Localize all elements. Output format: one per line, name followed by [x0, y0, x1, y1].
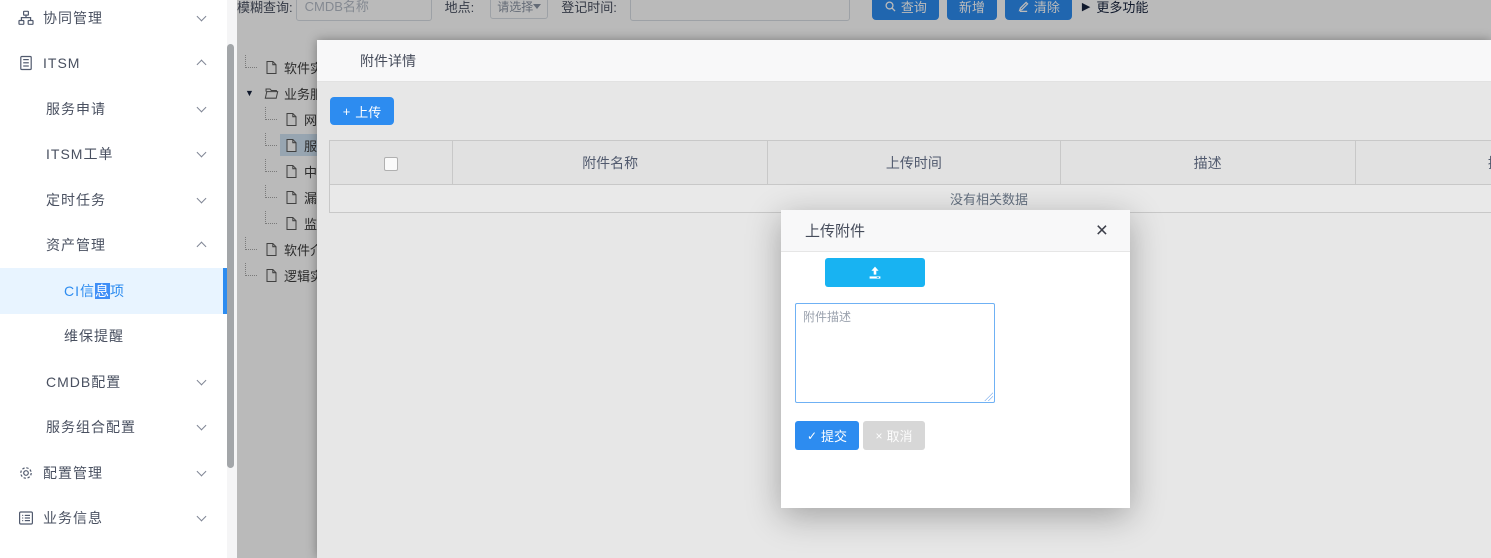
sidebar-item[interactable]: CI信息项 [0, 268, 227, 314]
panel-body: + 上传 附件名称上传时间描述操作 没有相关数据 [317, 82, 1491, 213]
upload-button[interactable]: + 上传 [330, 97, 394, 125]
chevron-down-icon [197, 466, 207, 476]
sidebar-item[interactable]: 资产管理 [0, 223, 227, 269]
sidebar-item-label: 配置管理 [43, 463, 103, 483]
sidebar-item[interactable]: 服务组合配置 [0, 405, 227, 451]
chevron-up-icon [197, 60, 207, 70]
panel-title: 附件详情 [360, 51, 416, 71]
chevron-down-icon [197, 512, 207, 522]
attachments-table-header-row: 附件名称上传时间描述操作 [330, 141, 1491, 185]
sidebar-item[interactable]: 定时任务 [0, 177, 227, 223]
upload-dialog: 上传附件 × ✓ 提交 × [781, 210, 1130, 508]
table-header-cell: 操作 [1355, 141, 1491, 185]
chevron-down-icon [197, 421, 207, 431]
sidebar-item[interactable]: 维保提醒 [0, 314, 227, 360]
attachments-table: 附件名称上传时间描述操作 没有相关数据 [329, 140, 1491, 213]
close-icon[interactable]: × [1096, 220, 1108, 241]
chevron-down-icon [197, 11, 207, 21]
chevron-up-icon [197, 242, 207, 252]
panel-header: 附件详情 [317, 40, 1491, 82]
sidebar-item-label: 服务组合配置 [46, 417, 136, 437]
sidebar-item-label: 协同管理 [43, 8, 103, 28]
sidebar-item[interactable]: 服务申请 [0, 86, 227, 132]
sidebar-item[interactable]: ITSM [0, 41, 227, 87]
chevron-down-icon [197, 148, 207, 158]
sidebar-item-label: ITSM [43, 55, 80, 71]
cancel-button[interactable]: × 取消 [863, 421, 925, 450]
chevron-down-icon [197, 193, 207, 203]
plus-icon: + [343, 104, 351, 119]
sidebar-item-label: 资产管理 [46, 235, 106, 255]
sidebar-scrollbar-thumb[interactable] [227, 44, 234, 468]
dialog-header: 上传附件 × [781, 210, 1130, 252]
upload-icon [867, 265, 883, 281]
dialog-title: 上传附件 [805, 220, 865, 241]
chevron-down-icon [197, 375, 207, 385]
attachments-table-wrap: 附件名称上传时间描述操作 没有相关数据 [329, 140, 1491, 213]
submit-button[interactable]: ✓ 提交 [795, 421, 859, 450]
check-icon: ✓ [807, 429, 817, 443]
dialog-actions: ✓ 提交 × 取消 [795, 421, 1116, 450]
sidebar-item[interactable]: 业务信息 [0, 496, 227, 542]
sidebar-item[interactable]: ITSM工单 [0, 132, 227, 178]
sidebar-item[interactable]: 协同管理 [0, 0, 227, 41]
cross-icon: × [875, 429, 882, 443]
sidebar: 协同管理 ITSM 服务申请 ITSM工单定时任务资产管理 CI信息项维保提醒 CMDB配… [0, 0, 227, 558]
file-upload-button[interactable] [825, 258, 925, 287]
description-textarea[interactable] [795, 303, 995, 403]
select-all-checkbox[interactable] [384, 157, 398, 171]
table-header-cell: 附件名称 [453, 141, 768, 185]
select-all-header [330, 141, 453, 185]
sidebar-item-label: CMDB配置 [46, 372, 121, 392]
sidebar-item-label: 服务申请 [46, 99, 106, 119]
org-chart-icon [17, 9, 34, 26]
description-field-wrap [795, 303, 995, 403]
sidebar-item[interactable]: 配置管理 [0, 450, 227, 496]
dialog-body: ✓ 提交 × 取消 [781, 252, 1130, 450]
document-icon [17, 55, 34, 72]
sidebar-scrollbar[interactable] [227, 0, 237, 558]
form-icon [17, 510, 34, 527]
gear-icon [17, 464, 34, 481]
no-data-text: 没有相关数据 [330, 185, 1491, 213]
sidebar-menu: 协同管理 ITSM 服务申请 ITSM工单定时任务资产管理 CI信息项维保提醒 CMDB配… [0, 0, 227, 541]
sidebar-item-label: 维保提醒 [64, 326, 124, 346]
sidebar-item[interactable]: CMDB配置 [0, 359, 227, 405]
sidebar-item-label: 定时任务 [46, 190, 106, 210]
app-root: 模糊查询: 地点: 请选择 登记时间: 查询 新增 清除 ▶ 更多功能 [0, 0, 1491, 558]
sidebar-item-label: ITSM工单 [46, 144, 113, 164]
text-selection: 息 [95, 283, 110, 299]
table-header-cell: 描述 [1060, 141, 1355, 185]
empty-row: 没有相关数据 [330, 185, 1491, 213]
sidebar-item-label: CI信息项 [64, 281, 125, 301]
sidebar-item-label: 业务信息 [43, 508, 103, 528]
chevron-down-icon [197, 102, 207, 112]
table-header-cell: 上传时间 [768, 141, 1060, 185]
